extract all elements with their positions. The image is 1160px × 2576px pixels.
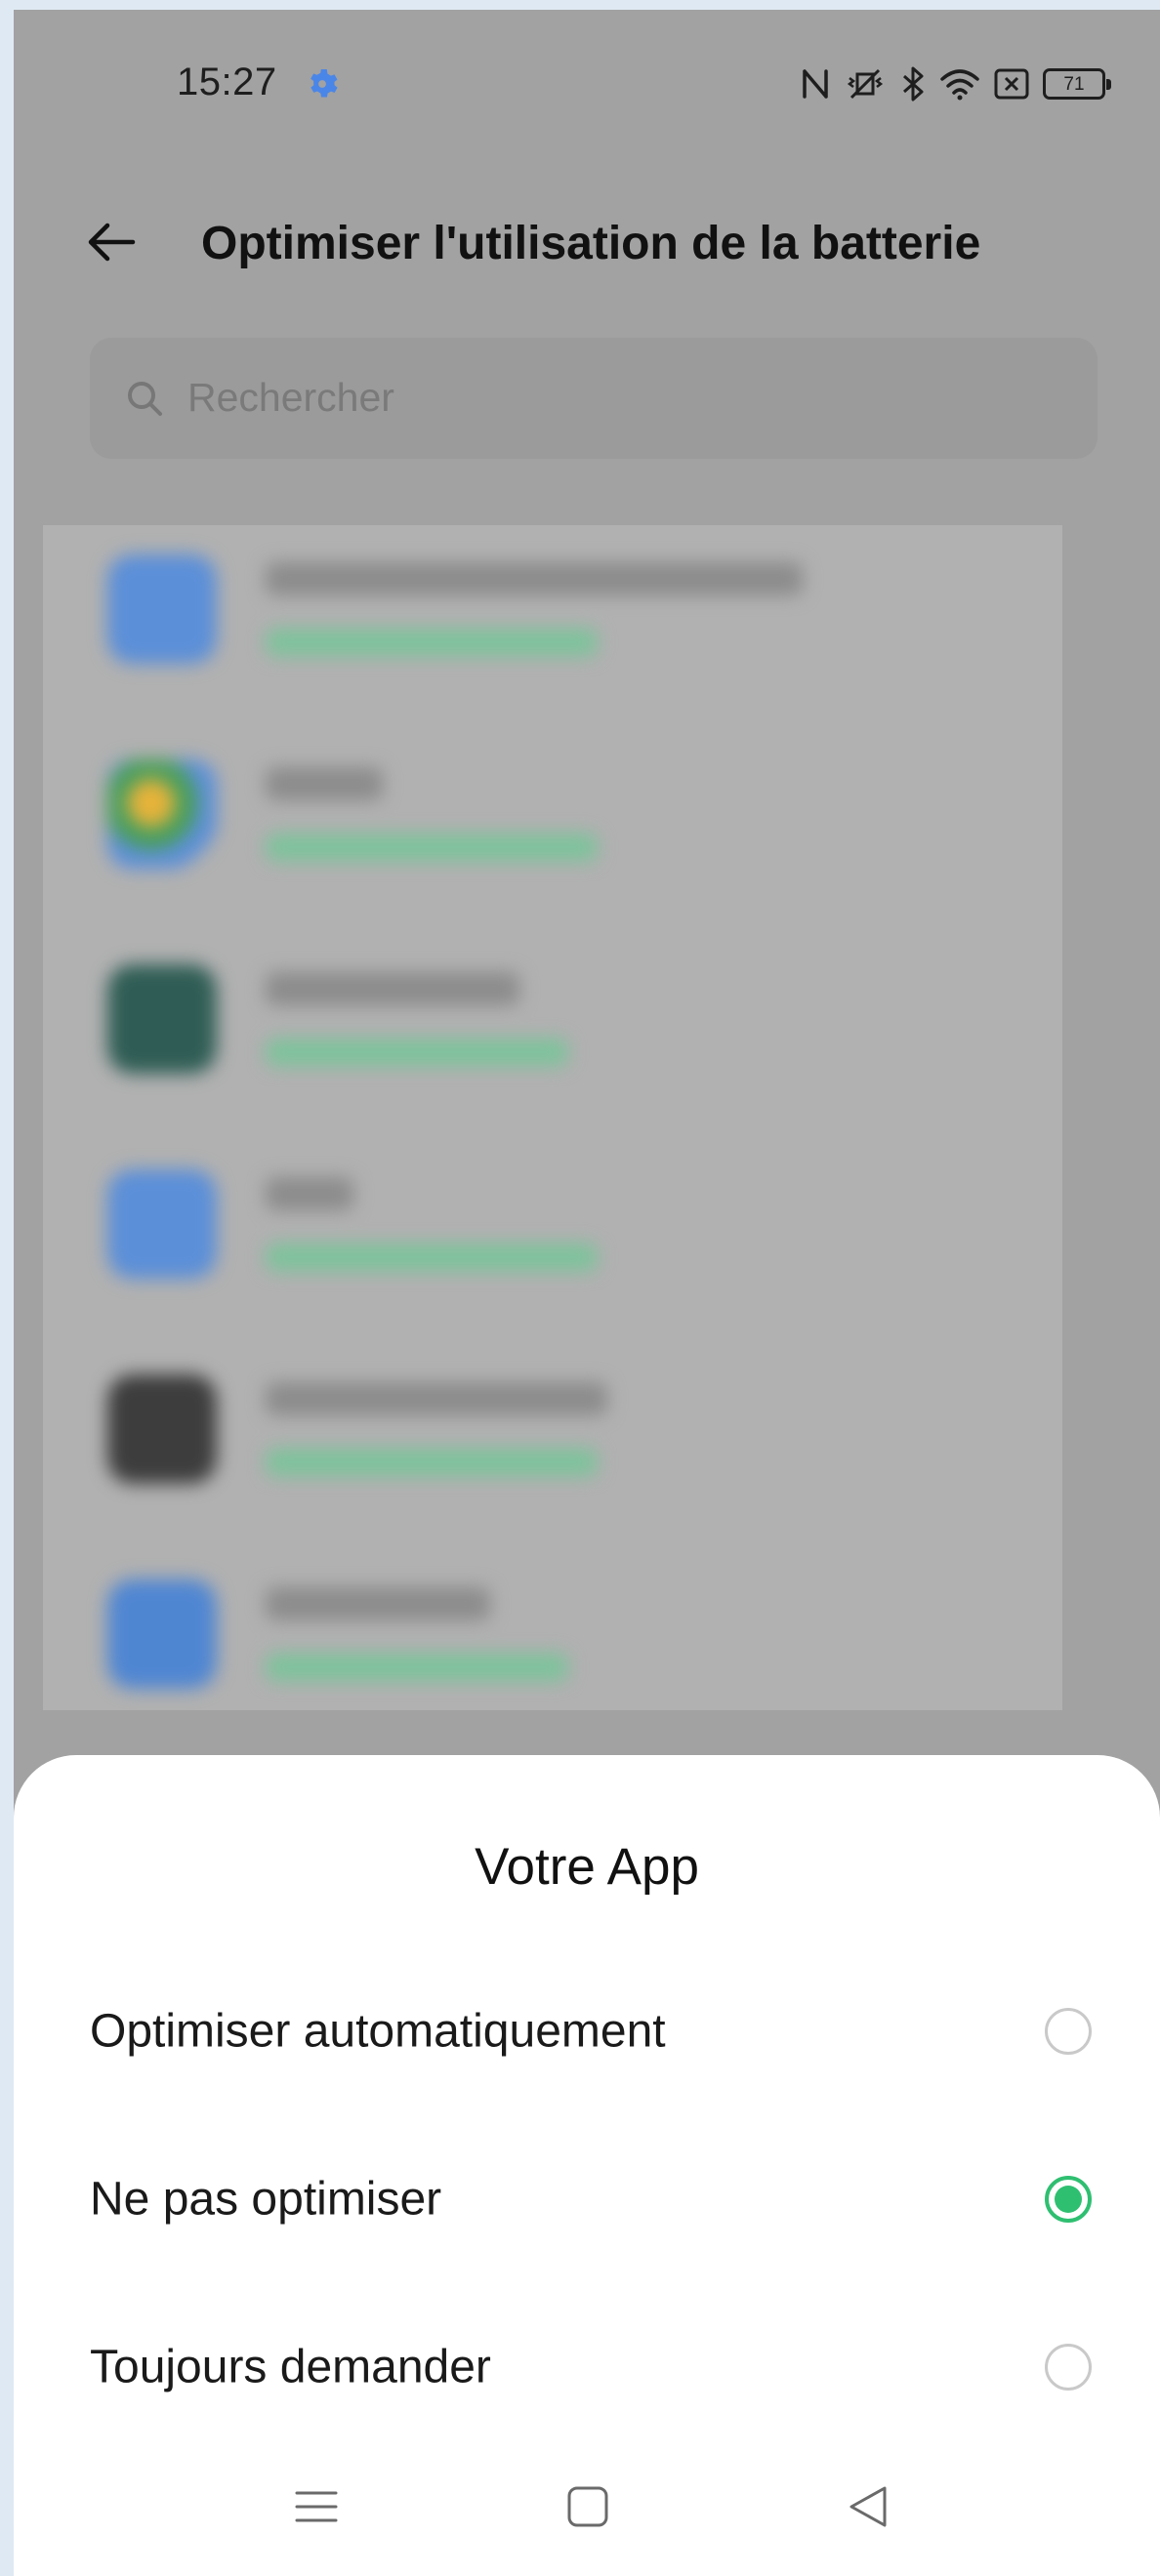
list-item (43, 730, 1062, 935)
back-arrow-icon[interactable] (82, 213, 141, 271)
list-item (43, 1550, 1062, 1710)
blurred-app-list (43, 525, 1062, 1710)
radio-button[interactable] (1045, 2008, 1092, 2055)
blurred-title (266, 767, 383, 800)
menu-icon[interactable] (287, 2477, 346, 2536)
blurred-title (266, 562, 803, 595)
blurred-title (266, 972, 519, 1005)
battery-level: 71 (1063, 73, 1085, 95)
option-auto-optimize[interactable]: Optimiser automatiquement (14, 1958, 1160, 2105)
app-icon (107, 1579, 217, 1689)
search-input[interactable]: Rechercher (187, 375, 394, 421)
list-item (43, 935, 1062, 1140)
status-time: 15:27 (177, 61, 277, 103)
back-icon[interactable] (840, 2477, 898, 2536)
option-always-ask[interactable]: Toujours demander (14, 2294, 1160, 2440)
vibrate-off-icon (847, 68, 884, 100)
blurred-title (266, 1177, 353, 1210)
phone-screen: 15:27 71 Optimiser l'utilisation de la b… (14, 10, 1160, 2576)
app-icon (107, 1374, 217, 1484)
radio-button-selected[interactable] (1045, 2176, 1092, 2223)
gear-icon (311, 69, 338, 98)
blurred-subtitle (266, 834, 598, 861)
bottom-sheet: Votre App Optimiser automatiquement Ne p… (14, 1755, 1160, 2576)
blurred-subtitle (266, 1449, 598, 1476)
search-icon (128, 382, 162, 416)
blurred-subtitle (266, 1039, 568, 1066)
option-label: Toujours demander (90, 2341, 491, 2393)
navigation-bar (14, 2477, 1160, 2575)
list-item (43, 1140, 1062, 1345)
blurred-title (266, 1587, 490, 1620)
wifi-icon (940, 69, 979, 101)
home-icon[interactable] (559, 2477, 617, 2536)
blurred-subtitle (266, 1244, 598, 1271)
app-icon (107, 554, 217, 664)
radio-button[interactable] (1045, 2344, 1092, 2391)
page-title: Optimiser l'utilisation de la batterie (201, 218, 981, 269)
blurred-subtitle (266, 1654, 568, 1681)
blurred-title (266, 1382, 607, 1415)
nfc-icon (803, 69, 828, 99)
app-icon (107, 964, 217, 1074)
option-do-not-optimize[interactable]: Ne pas optimiser (14, 2126, 1160, 2272)
status-bar: 15:27 71 (14, 10, 1160, 156)
option-label: Optimiser automatiquement (90, 2005, 666, 2058)
option-label: Ne pas optimiser (90, 2173, 442, 2226)
battery-icon: 71 (1043, 68, 1111, 100)
sim-off-icon (994, 68, 1029, 100)
status-icons: 71 (801, 66, 1111, 102)
app-icon (107, 1169, 217, 1279)
list-item (43, 525, 1062, 730)
app-icon (107, 759, 217, 869)
search-bar[interactable]: Rechercher (90, 338, 1098, 459)
bluetooth-icon (903, 66, 924, 102)
list-item (43, 1345, 1062, 1550)
blurred-subtitle (266, 629, 598, 656)
sheet-title: Votre App (475, 1838, 699, 1896)
